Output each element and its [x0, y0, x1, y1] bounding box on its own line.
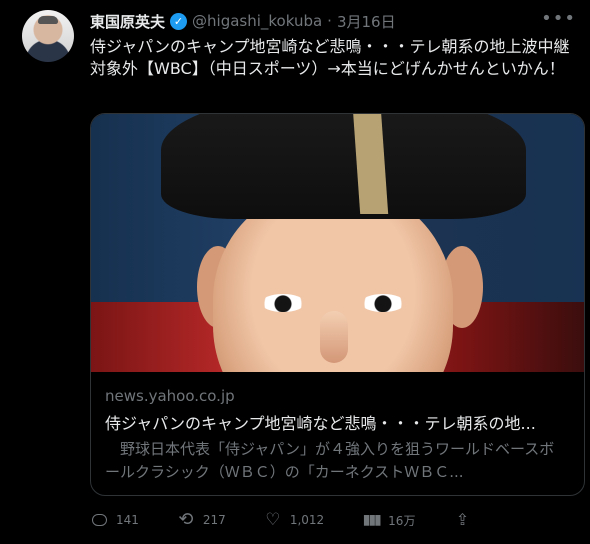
more-icon[interactable]: ••• — [541, 8, 576, 29]
verified-badge-icon: ✓ — [170, 12, 188, 30]
share-icon: ⇪ — [455, 510, 470, 529]
reply-icon — [90, 511, 108, 529]
header-separator: · — [327, 12, 332, 30]
card-image[interactable] — [91, 114, 584, 372]
card-image-cap — [161, 114, 526, 219]
tweet-actions: 141 ⟲ 217 ♡ 1,012 ▮▮▮ 16万 ⇪ — [90, 510, 540, 530]
views-button[interactable]: ▮▮▮ 16万 — [362, 511, 416, 529]
card-image-eye-left — [261, 294, 305, 312]
card-title[interactable]: 侍ジャパンのキャンプ地宮崎など悲鳴・・・テレ朝系の地... — [105, 410, 565, 434]
like-button[interactable]: ♡ 1,012 — [264, 511, 324, 529]
retweet-icon: ⟲ — [178, 509, 194, 530]
tweet-header: 東国原英夫 ✓ @higashi_kokuba · 3月16日 — [90, 10, 396, 32]
share-button[interactable]: ⇪ — [453, 511, 471, 529]
card-image-eye-right — [361, 294, 405, 312]
retweet-count: 217 — [202, 513, 226, 527]
tweet-text: 侍ジャパンのキャンプ地宮崎など悲鳴・・・テレ朝系の地上波中継対象外【WBC】（中… — [90, 37, 570, 78]
retweet-button[interactable]: ⟲ 217 — [177, 509, 226, 530]
reply-button[interactable]: 141 — [90, 511, 139, 529]
author-avatar[interactable] — [22, 10, 74, 62]
views-icon: ▮▮▮ — [362, 512, 382, 528]
tweet: 東国原英夫 ✓ @higashi_kokuba · 3月16日 ••• 侍ジャパ… — [0, 0, 590, 544]
card-meta: news.yahoo.co.jp 侍ジャパンのキャンプ地宮崎など悲鳴・・・テレ朝… — [105, 386, 565, 484]
card-domain: news.yahoo.co.jp — [105, 387, 235, 405]
author-handle[interactable]: @higashi_kokuba — [192, 12, 322, 30]
reply-count: 141 — [116, 513, 139, 527]
card-image-cap-stripe — [351, 114, 389, 214]
like-icon: ♡ — [265, 510, 281, 530]
card-image-nose — [320, 311, 348, 363]
author-name[interactable]: 東国原英夫 — [90, 11, 165, 32]
like-count: 1,012 — [289, 513, 325, 527]
card-description: 野球日本代表「侍ジャパン」が４強入りを狙うワールドベースボールクラシック（ＷＢＣ… — [105, 440, 555, 481]
views-count: 16万 — [388, 513, 416, 528]
link-card[interactable]: news.yahoo.co.jp 侍ジャパンのキャンプ地宮崎など悲鳴・・・テレ朝… — [90, 113, 585, 496]
tweet-date[interactable]: 3月16日 — [337, 11, 396, 32]
